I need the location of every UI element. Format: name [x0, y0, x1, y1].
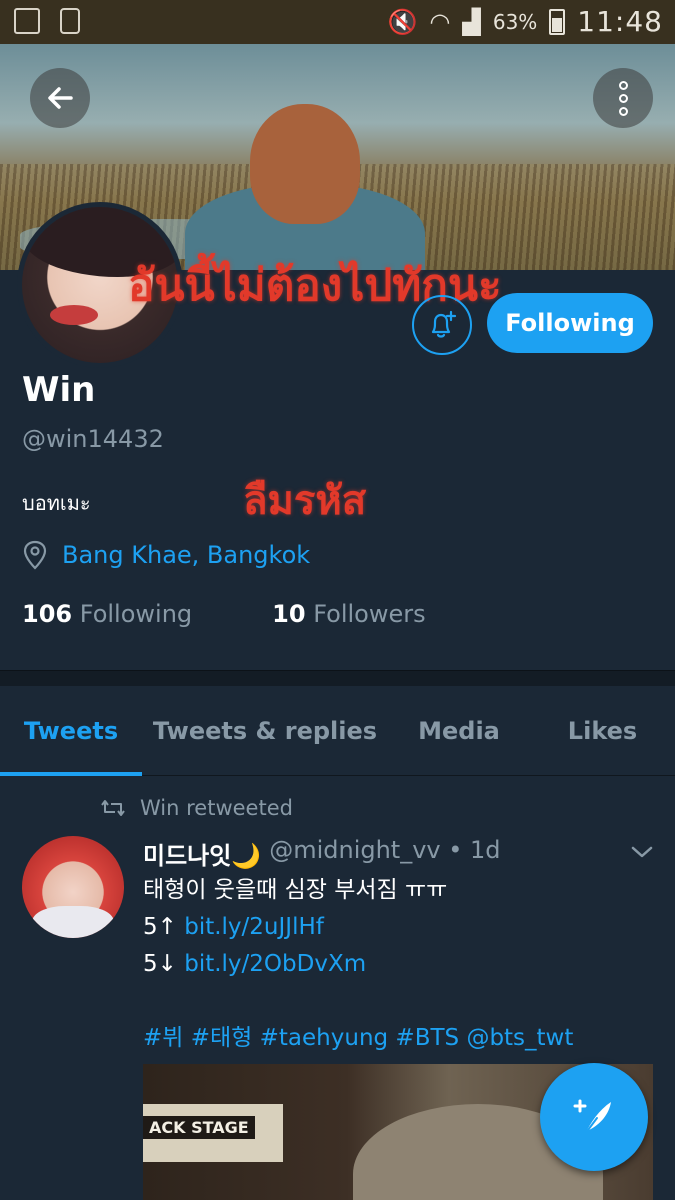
followers-label: Followers: [313, 600, 426, 628]
tab-tweets-replies[interactable]: Tweets & replies: [142, 686, 388, 776]
overlay-note-2: ลืมรหัส: [243, 478, 367, 524]
tweet-line: 5↓ bit.ly/2ObDvXm: [143, 946, 653, 983]
tweet-header: 미드나잇🌙 @midnight_vv • 1d: [143, 836, 501, 871]
phone-icon: [60, 8, 80, 34]
bell-plus-icon: [431, 310, 457, 338]
mute-icon: 🔇: [387, 7, 418, 36]
following-label: Following: [79, 600, 193, 628]
battery-icon: [549, 8, 566, 35]
retweet-icon: [101, 800, 125, 816]
tweet-handle-time: @midnight_vv • 1d: [269, 836, 501, 864]
clock: 11:48: [577, 5, 663, 38]
notifications-button[interactable]: [412, 295, 472, 355]
signal-icon: ▟: [462, 7, 481, 36]
followers-count: 10: [272, 600, 306, 628]
chevron-down-icon[interactable]: [630, 840, 654, 864]
section-divider: [0, 670, 675, 686]
tweet-hashtags[interactable]: #뷔 #태형 #taehyung #BTS @bts_twt: [143, 1018, 573, 1052]
tab-tweets[interactable]: Tweets: [0, 686, 142, 776]
gallery-icon: [14, 8, 40, 34]
tweet-line-prefix: 5↑: [143, 914, 185, 940]
tab-likes[interactable]: Likes: [530, 686, 675, 776]
wifi-icon: ◠: [429, 7, 451, 36]
battery-percent: 63%: [492, 9, 538, 34]
following-button[interactable]: Following: [487, 293, 653, 353]
tweet-line: 5↑ bit.ly/2uJJlHf: [143, 909, 653, 946]
profile-stats: 106 Following 10 Followers: [22, 600, 426, 628]
location-pin-icon: [23, 540, 47, 570]
profile-name: Win: [22, 370, 96, 410]
profile-bio: บอทเมะ: [22, 491, 91, 515]
tweet-line-prefix: 5↓: [143, 951, 185, 977]
feather-plus-icon: [573, 1099, 611, 1135]
status-bar: 🔇 ◠ ▟ 63% 11:48: [0, 0, 675, 44]
tweet-author-name[interactable]: 미드나잇🌙: [143, 836, 261, 871]
tweet-link[interactable]: bit.ly/2uJJlHf: [184, 914, 324, 940]
tweet-text: 태형이 웃을때 심장 부서짐 ㅠㅠ 5↑ bit.ly/2uJJlHf 5↓ b…: [143, 872, 653, 983]
profile-location: Bang Khae, Bangkok: [22, 540, 310, 570]
tweet-author-avatar[interactable]: [22, 836, 124, 938]
following-stat[interactable]: 106 Following: [22, 600, 192, 628]
retweet-context: Win retweeted: [100, 796, 293, 820]
profile-handle: @win14432: [22, 425, 164, 453]
profile-tabs: Tweets Tweets & replies Media Likes: [0, 686, 675, 776]
tweet-line: 태형이 웃을때 심장 부서짐 ㅠㅠ: [143, 877, 448, 903]
more-vertical-icon: [618, 80, 628, 116]
arrow-left-icon: [48, 87, 73, 109]
more-options-button[interactable]: [593, 68, 653, 128]
compose-tweet-button[interactable]: [540, 1063, 648, 1171]
tab-media[interactable]: Media: [388, 686, 530, 776]
location-text[interactable]: Bang Khae, Bangkok: [62, 541, 310, 569]
followers-stat[interactable]: 10 Followers: [272, 600, 425, 628]
back-button[interactable]: [30, 68, 90, 128]
media-caption: ACK STAGE: [143, 1116, 255, 1139]
retweet-label: Win retweeted: [140, 796, 293, 820]
tweet-link[interactable]: bit.ly/2ObDvXm: [184, 951, 366, 977]
following-count: 106: [22, 600, 73, 628]
